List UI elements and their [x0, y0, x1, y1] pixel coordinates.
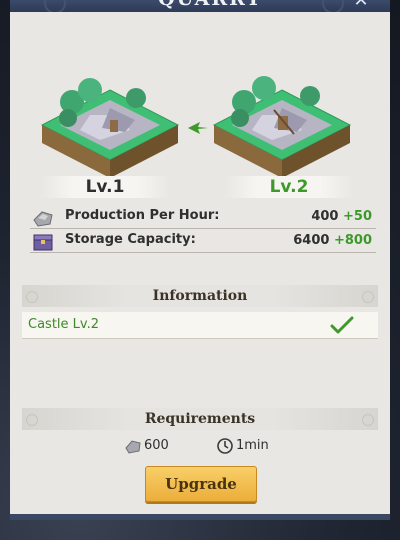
stone-icon [125, 440, 141, 454]
stat-increase: +50 [343, 209, 372, 224]
requirement-row-castle: Castle Lv.2 [22, 312, 378, 339]
stat-label: Production Per Hour: [65, 208, 220, 223]
checkmark-icon [330, 316, 354, 334]
close-button[interactable]: ✕ [350, 0, 372, 10]
quarry-building-current [40, 78, 180, 178]
time-cost-value: 1min [236, 438, 269, 453]
clock-icon [217, 438, 233, 454]
requirements-header-label: Requirements [144, 411, 256, 427]
stat-label: Storage Capacity: [65, 232, 196, 247]
stat-current-value: 6400 [293, 233, 330, 248]
header-ornament-left [26, 291, 38, 303]
stat-row-storage: Storage Capacity: 6400 +800 [30, 230, 376, 253]
header-ornament-right [362, 414, 374, 426]
stone-icon [33, 211, 53, 227]
stat-row-production: Production Per Hour: 400 +50 [30, 206, 376, 229]
information-header-label: Information [152, 288, 248, 304]
stat-value: 6400 +800 [293, 233, 372, 248]
next-level-label: Lv.2 [224, 176, 354, 198]
requirements-header: Requirements [22, 408, 378, 430]
information-header: Information [22, 285, 378, 307]
upgrade-arrow-icon [188, 122, 208, 134]
current-level-label: Lv.1 [40, 176, 170, 198]
dialog-bottom-border [10, 514, 390, 520]
stone-cost-value: 600 [144, 438, 169, 453]
quarry-building-next [212, 76, 352, 178]
storage-chest-icon [33, 234, 53, 251]
header-ornament-left [26, 414, 38, 426]
stat-current-value: 400 [311, 209, 339, 224]
stat-increase: +800 [333, 233, 372, 248]
requirement-label: Castle Lv.2 [28, 317, 99, 332]
stat-value: 400 +50 [311, 209, 372, 224]
upgrade-button[interactable]: Upgrade [145, 466, 257, 502]
header-ornament-right [362, 291, 374, 303]
